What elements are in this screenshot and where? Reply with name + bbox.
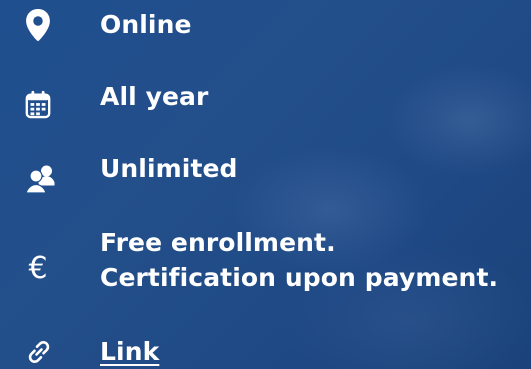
info-row-participants: Unlimited xyxy=(0,154,531,194)
info-row-cost: € Free enrollment. Certification upon pa… xyxy=(0,228,531,298)
calendar-icon xyxy=(24,88,52,120)
info-label-cost-line-1: Free enrollment. xyxy=(100,228,336,257)
course-info-panel: Online All year Unlimited € Free enrollm… xyxy=(0,0,531,369)
info-row-location: Online xyxy=(0,9,531,50)
location-pin-icon xyxy=(24,9,52,41)
euro-icon: € xyxy=(28,251,48,286)
info-row-link: Link xyxy=(0,337,531,369)
users-icon xyxy=(24,162,58,196)
info-link[interactable]: Link xyxy=(100,337,159,366)
info-label-cost-line-2: Certification upon payment. xyxy=(100,263,499,292)
info-label-cost: Free enrollment. Certification upon paym… xyxy=(100,228,498,292)
info-label-schedule: All year xyxy=(100,82,209,111)
info-label-participants: Unlimited xyxy=(100,154,238,183)
link-icon xyxy=(24,337,54,367)
info-row-schedule: All year xyxy=(0,82,531,122)
info-label-location: Online xyxy=(100,10,192,39)
